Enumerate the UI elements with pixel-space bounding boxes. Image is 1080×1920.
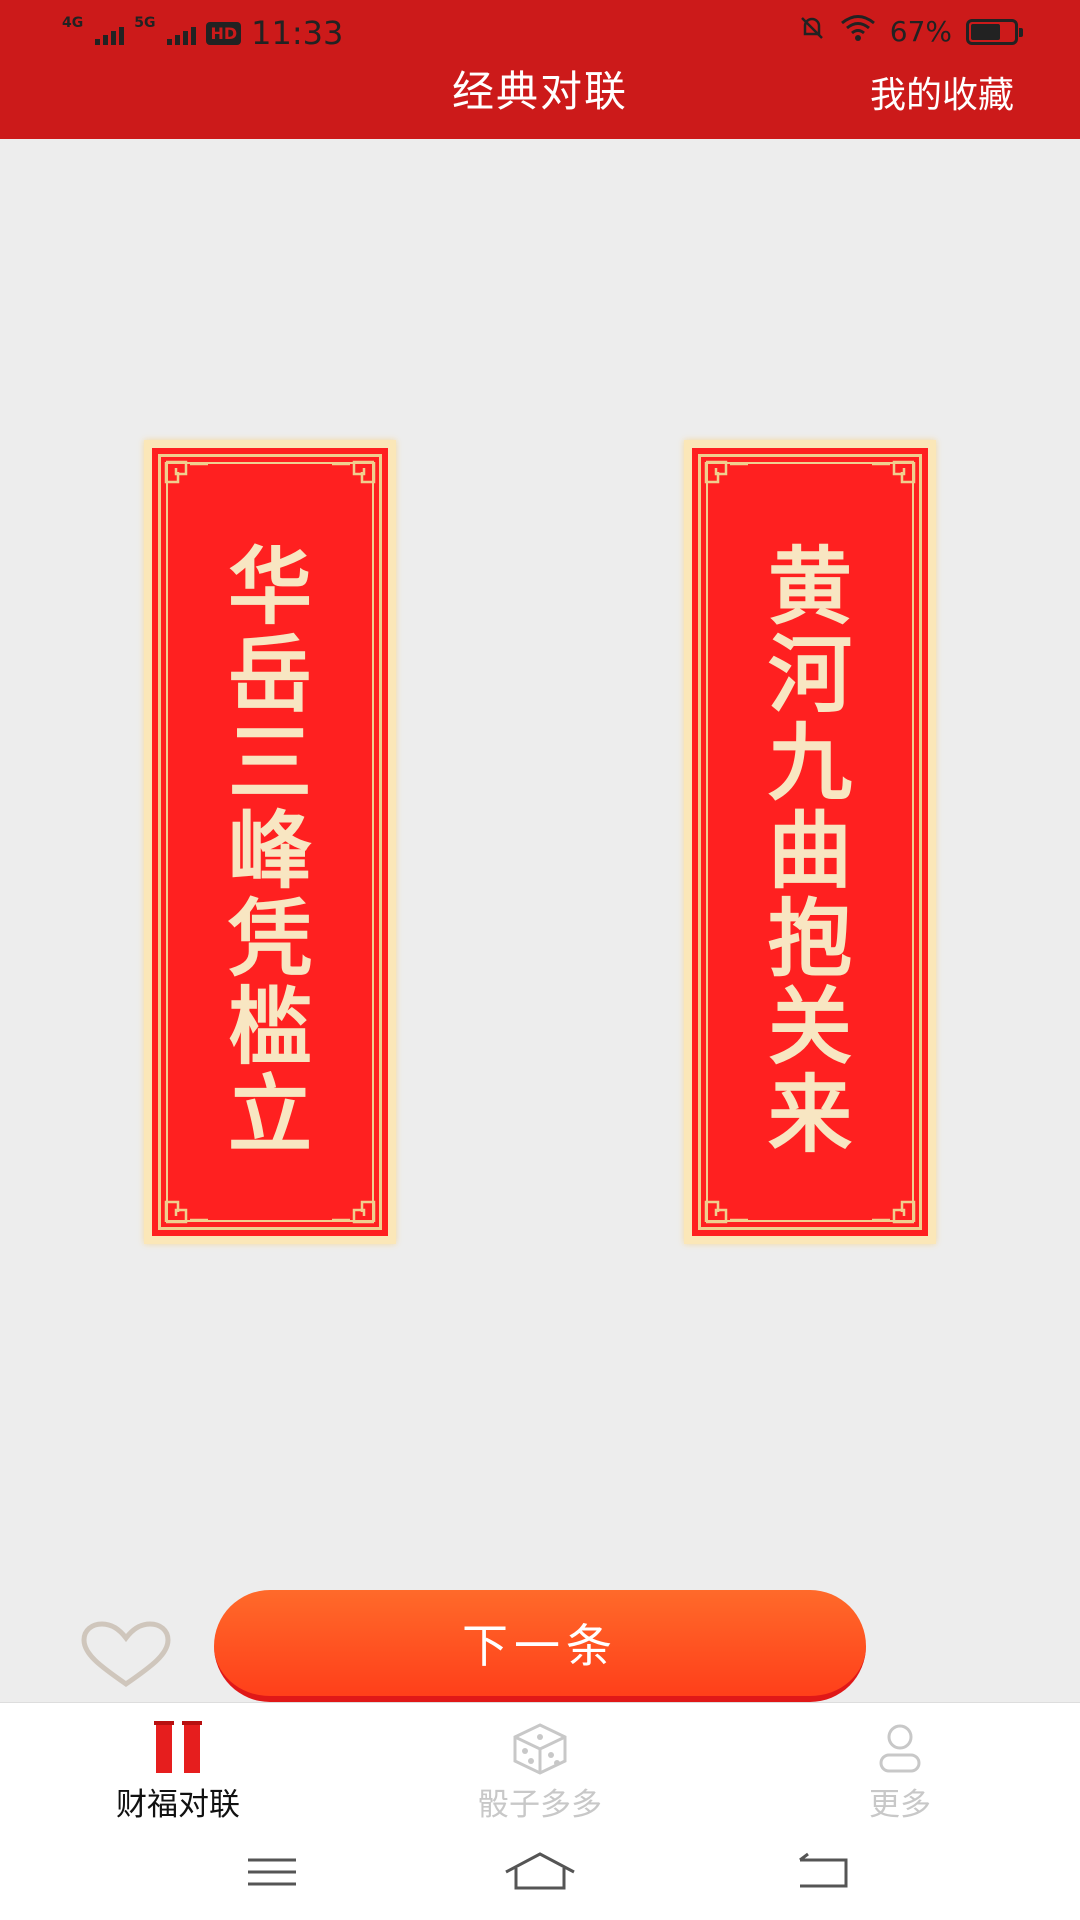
corner-ornament-icon bbox=[164, 460, 210, 492]
bottom-tab-bar: 财福对联 骰子多多 更多 bbox=[0, 1702, 1080, 1826]
home-icon[interactable] bbox=[500, 1848, 580, 1898]
back-icon[interactable] bbox=[784, 1848, 864, 1898]
favorite-heart-icon[interactable] bbox=[80, 1620, 172, 1688]
couplet-character: 关 bbox=[767, 978, 852, 1076]
corner-ornament-icon bbox=[704, 1192, 750, 1224]
couplet-character: 凭 bbox=[227, 890, 312, 988]
signal-icon bbox=[95, 21, 125, 45]
system-nav-bar bbox=[0, 1826, 1080, 1920]
clock: 11:33 bbox=[251, 14, 344, 52]
couplet-character: 河 bbox=[767, 626, 852, 724]
mute-icon bbox=[798, 14, 826, 49]
network-1-label: 4G bbox=[62, 15, 84, 31]
couplet-character: 九 bbox=[767, 714, 852, 812]
tab-label: 财福对联 bbox=[116, 1787, 240, 1823]
tab-dice[interactable]: 骰子多多 bbox=[420, 1721, 660, 1824]
battery-percent: 67% bbox=[889, 15, 952, 48]
couplet-character: 来 bbox=[767, 1066, 852, 1164]
corner-ornament-icon bbox=[164, 1192, 210, 1224]
corner-ornament-icon bbox=[704, 460, 750, 492]
couplet-character: 岳 bbox=[227, 626, 312, 724]
next-couplet-button[interactable]: 下一条 bbox=[214, 1590, 866, 1702]
tab-label: 骰子多多 bbox=[478, 1787, 602, 1823]
right-couplet-scroll: 黄 河 九 曲 抱 关 来 bbox=[684, 440, 936, 1244]
wifi-icon bbox=[840, 14, 876, 49]
menu-icon[interactable] bbox=[232, 1848, 312, 1898]
tab-couplet[interactable]: 财福对联 bbox=[58, 1721, 298, 1824]
tab-more[interactable]: 更多 bbox=[780, 1721, 1020, 1824]
left-couplet-text: 华 岳 三 峰 凭 槛 立 bbox=[152, 538, 388, 1159]
corner-ornament-icon bbox=[870, 1192, 916, 1224]
couplet-character: 曲 bbox=[767, 802, 852, 900]
couplet-character: 黄 bbox=[767, 538, 852, 636]
network-2-label: 5G bbox=[134, 15, 156, 31]
couplet-icon bbox=[58, 1721, 298, 1775]
couplet-character: 槛 bbox=[227, 978, 312, 1076]
corner-ornament-icon bbox=[330, 460, 376, 492]
tab-label: 更多 bbox=[869, 1787, 931, 1823]
corner-ornament-icon bbox=[870, 460, 916, 492]
signal-icon bbox=[167, 21, 197, 45]
app-header: 4G 5G HD 11:33 67% 经典对联 我的收藏 bbox=[0, 0, 1080, 139]
right-couplet-text: 黄 河 九 曲 抱 关 来 bbox=[692, 538, 928, 1159]
my-favorites-link[interactable]: 我的收藏 bbox=[870, 66, 1014, 118]
hd-badge: HD bbox=[206, 21, 242, 45]
battery-icon bbox=[966, 18, 1023, 45]
dice-icon bbox=[420, 1721, 660, 1775]
status-bar: 4G 5G HD 11:33 67% bbox=[0, 0, 1080, 62]
couplet-character: 立 bbox=[227, 1066, 312, 1164]
couplet-character: 三 bbox=[227, 714, 312, 812]
couplet-character: 峰 bbox=[227, 802, 312, 900]
couplet-character: 抱 bbox=[767, 890, 852, 988]
corner-ornament-icon bbox=[330, 1192, 376, 1224]
couplet-character: 华 bbox=[227, 538, 312, 636]
left-couplet-scroll: 华 岳 三 峰 凭 槛 立 bbox=[144, 440, 396, 1244]
person-icon bbox=[780, 1721, 1020, 1775]
